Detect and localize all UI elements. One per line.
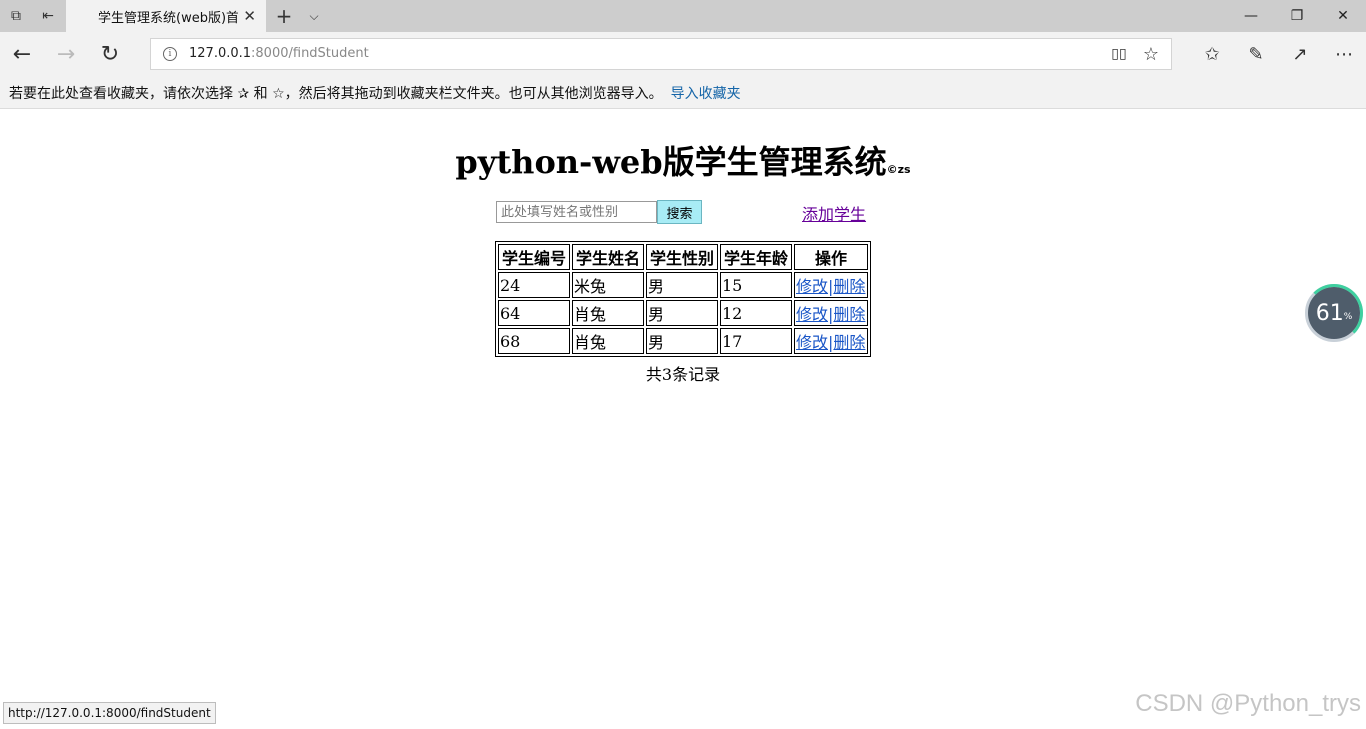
- address-text[interactable]: 127.0.0.1:8000/findStudent: [189, 46, 369, 61]
- header-student-gender: 学生性别: [646, 244, 718, 270]
- table-row: 24 米兔 男 15 修改|删除: [498, 272, 868, 298]
- favorites-hub-icon[interactable]: ✩: [1190, 32, 1234, 77]
- student-table: 学生编号 学生姓名 学生性别 学生年龄 操作 24 米兔 男 15 修改|删除 …: [495, 241, 871, 357]
- tab-list-chevron-icon[interactable]: ⌵: [300, 0, 328, 32]
- search-input[interactable]: [496, 201, 657, 223]
- refresh-icon[interactable]: ↻: [88, 32, 132, 77]
- performance-widget[interactable]: 61%: [1305, 284, 1363, 342]
- table-row: 64 肖兔 男 12 修改|删除: [498, 300, 868, 326]
- tab-title: 学生管理系统(web版)首: [98, 10, 238, 26]
- new-tab-icon[interactable]: +: [270, 0, 298, 32]
- url-path: :8000/findStudent: [251, 46, 369, 61]
- table-header-row: 学生编号 学生姓名 学生性别 学生年龄 操作: [498, 244, 868, 270]
- cell-student-name: 肖兔: [572, 300, 644, 326]
- header-student-id: 学生编号: [498, 244, 570, 270]
- reading-view-icon[interactable]: ▯▯: [1103, 39, 1135, 69]
- tab-manager-icon[interactable]: ⧉: [0, 0, 32, 32]
- perf-progress-ring: [1305, 284, 1363, 342]
- web-note-pen-icon[interactable]: ✎: [1234, 32, 1278, 77]
- restore-icon[interactable]: ❐: [1274, 0, 1320, 32]
- cell-actions: 修改|删除: [794, 300, 868, 326]
- add-student-link[interactable]: 添加学生: [802, 201, 866, 225]
- back-icon[interactable]: ←: [0, 32, 44, 77]
- browser-window: ⧉ ⇤ 学生管理系统(web版)首 ✕ + ⌵ — ❐ ✕ ← → ↻ i 12…: [0, 0, 1366, 729]
- edit-link[interactable]: 修改: [796, 333, 828, 352]
- tab-close-icon[interactable]: ✕: [243, 0, 256, 32]
- cell-student-age: 12: [720, 300, 792, 326]
- share-icon[interactable]: ↗: [1278, 32, 1322, 77]
- table-row: 68 肖兔 男 17 修改|删除: [498, 328, 868, 354]
- header-student-age: 学生年龄: [720, 244, 792, 270]
- cell-student-id: 68: [498, 328, 570, 354]
- forward-icon[interactable]: →: [44, 32, 88, 77]
- minimize-icon[interactable]: —: [1228, 0, 1274, 32]
- delete-link[interactable]: 删除: [833, 277, 865, 296]
- edit-link[interactable]: 修改: [796, 305, 828, 324]
- url-host: 127.0.0.1: [189, 46, 252, 61]
- cell-student-id: 24: [498, 272, 570, 298]
- tab-active[interactable]: 学生管理系统(web版)首 ✕: [66, 0, 266, 32]
- watermark-text: CSDN @Python_trys: [1135, 690, 1361, 717]
- window-close-icon[interactable]: ✕: [1320, 0, 1366, 32]
- site-info-icon[interactable]: i: [163, 47, 177, 61]
- navigation-bar: ← → ↻ i 127.0.0.1:8000/findStudent ▯▯ ☆ …: [0, 32, 1366, 77]
- cell-student-id: 64: [498, 300, 570, 326]
- favorites-hint-text: 若要在此处查看收藏夹，请依次选择 ✰ 和 ☆，然后将其拖动到收藏夹栏文件夹。也可…: [9, 85, 663, 102]
- cell-student-age: 17: [720, 328, 792, 354]
- cell-actions: 修改|删除: [794, 328, 868, 354]
- favorites-bar: 若要在此处查看收藏夹，请依次选择 ✰ 和 ☆，然后将其拖动到收藏夹栏文件夹。也可…: [0, 77, 1366, 109]
- search-button[interactable]: 搜索: [657, 200, 702, 224]
- record-count: 共3条记录: [645, 365, 721, 384]
- cell-student-name: 米兔: [572, 272, 644, 298]
- address-bar[interactable]: i 127.0.0.1:8000/findStudent ▯▯ ☆: [150, 38, 1172, 70]
- import-favorites-link[interactable]: 导入收藏夹: [671, 83, 741, 103]
- page-title: python-web版学生管理系统: [455, 143, 887, 181]
- page-header: python-web版学生管理系统©zs: [0, 137, 1366, 183]
- cell-student-name: 肖兔: [572, 328, 644, 354]
- delete-link[interactable]: 删除: [833, 333, 865, 352]
- cell-student-gender: 男: [646, 272, 718, 298]
- cell-student-gender: 男: [646, 300, 718, 326]
- set-aside-tabs-icon[interactable]: ⇤: [32, 0, 64, 32]
- status-url-tooltip: http://127.0.0.1:8000/findStudent: [3, 702, 216, 724]
- edit-link[interactable]: 修改: [796, 277, 828, 296]
- page-content: python-web版学生管理系统©zs 搜索 添加学生 学生编号 学生姓名 学…: [0, 109, 1366, 729]
- title-copyright: ©zs: [886, 163, 911, 176]
- cell-student-age: 15: [720, 272, 792, 298]
- tab-strip: ⧉ ⇤ 学生管理系统(web版)首 ✕ + ⌵ — ❐ ✕: [0, 0, 1366, 32]
- cell-actions: 修改|删除: [794, 272, 868, 298]
- more-icon[interactable]: ⋯: [1322, 32, 1366, 77]
- add-favorite-icon[interactable]: ☆: [1135, 39, 1167, 69]
- header-student-name: 学生姓名: [572, 244, 644, 270]
- delete-link[interactable]: 删除: [833, 305, 865, 324]
- header-actions: 操作: [794, 244, 868, 270]
- cell-student-gender: 男: [646, 328, 718, 354]
